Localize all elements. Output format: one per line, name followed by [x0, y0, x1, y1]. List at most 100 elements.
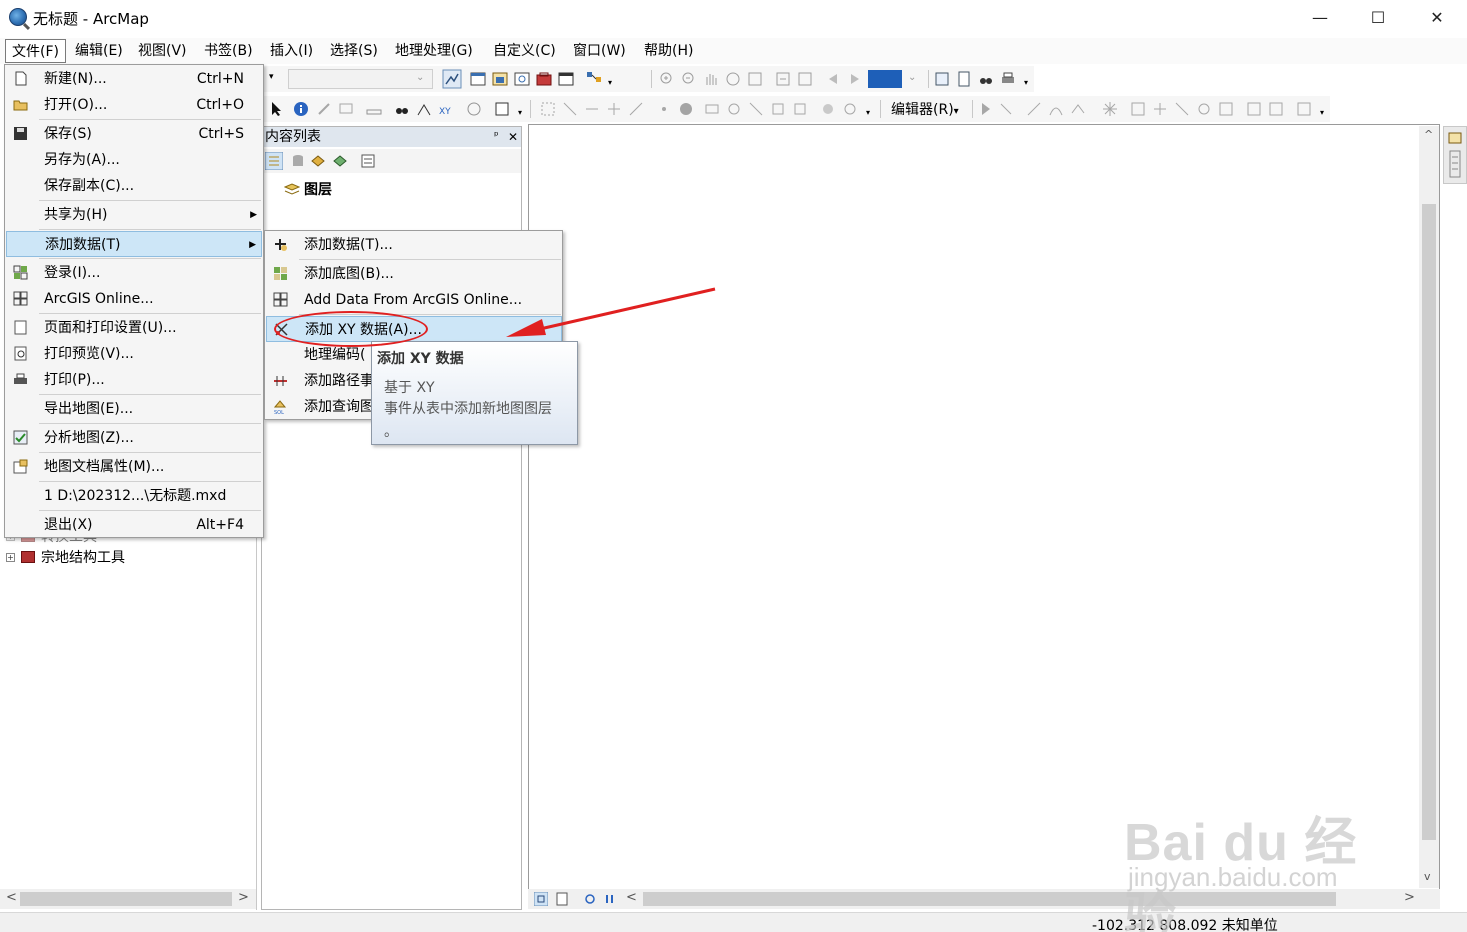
- arctoolbox-icon[interactable]: [536, 71, 552, 87]
- sketch-properties-icon[interactable]: [1268, 101, 1284, 117]
- cut-polygon-icon[interactable]: [1174, 101, 1190, 117]
- split-icon[interactable]: [1152, 101, 1168, 117]
- map-vertical-scrollbar[interactable]: ^ v: [1419, 126, 1439, 888]
- edit-annotation-icon[interactable]: [998, 101, 1014, 117]
- time-slider-icon[interactable]: [466, 101, 482, 117]
- layout-view-icon[interactable]: [555, 892, 569, 906]
- scroll-thumb[interactable]: [1422, 204, 1436, 840]
- list-by-drawing-order-icon[interactable]: [265, 152, 283, 170]
- scale-combobox[interactable]: [288, 69, 433, 89]
- menu-item-export-map[interactable]: 导出地图(E)...: [6, 396, 262, 422]
- zoom-scale-field[interactable]: [868, 70, 902, 88]
- scroll-up-icon[interactable]: ^: [1424, 128, 1433, 141]
- scroll-left-icon[interactable]: <: [626, 890, 637, 905]
- menu-file[interactable]: 文件(F): [5, 39, 66, 63]
- menu-help[interactable]: 帮助(H): [638, 39, 699, 63]
- go-forward-icon[interactable]: [847, 71, 863, 87]
- list-by-source-icon[interactable]: [290, 153, 306, 169]
- html-popup-icon[interactable]: [338, 101, 354, 117]
- create-features-icon[interactable]: [1296, 101, 1312, 117]
- tree-row-parcel-fabric-tools[interactable]: + 宗地结构工具: [6, 547, 125, 567]
- menu-item-page-setup[interactable]: 页面和打印设置(U)...: [6, 315, 262, 341]
- catalog-window-icon[interactable]: [492, 71, 508, 87]
- menu-item-save-copy[interactable]: 保存副本(C)...: [6, 173, 262, 199]
- scroll-right-icon[interactable]: >: [1404, 890, 1415, 905]
- find-binoculars-icon[interactable]: [394, 101, 410, 117]
- table-window-icon[interactable]: [470, 71, 486, 87]
- toolbar-overflow-icon[interactable]: ▾: [608, 78, 612, 87]
- distribute-icon[interactable]: [792, 101, 808, 117]
- submenu-item-add-data[interactable]: 添加数据(T)...: [266, 232, 562, 258]
- fixed-zoom-icon[interactable]: [747, 71, 763, 87]
- attributes-icon[interactable]: [1218, 101, 1234, 117]
- pan-hand-icon[interactable]: [703, 71, 719, 87]
- menu-windows[interactable]: 窗口(W): [567, 39, 632, 63]
- data-view-icon[interactable]: [534, 892, 548, 906]
- toolbar-overflow-icon[interactable]: ▾: [1320, 108, 1324, 117]
- menu-item-new[interactable]: 新建(N)... Ctrl+N: [6, 66, 262, 92]
- layout-view-icon[interactable]: [934, 71, 950, 87]
- submenu-item-add-basemap[interactable]: 添加底图(B)...: [266, 261, 562, 287]
- scroll-down-icon[interactable]: v: [1424, 870, 1431, 883]
- refresh-icon[interactable]: [583, 892, 597, 906]
- toolbar-overflow-icon[interactable]: ▾: [518, 108, 522, 117]
- spatial-adjust-icon[interactable]: [704, 101, 720, 117]
- snap-vertex-icon[interactable]: [562, 101, 578, 117]
- catalog-dock-icon[interactable]: [1448, 131, 1462, 145]
- full-extent-icon[interactable]: [725, 71, 741, 87]
- go-to-xy-icon[interactable]: XY: [438, 101, 454, 117]
- menu-item-arcgis-online[interactable]: ArcGIS Online...: [6, 286, 262, 312]
- menu-item-print[interactable]: 打印(P)...: [6, 367, 262, 393]
- rotate-icon[interactable]: [726, 101, 742, 117]
- menu-bookmarks[interactable]: 书签(B): [198, 39, 259, 63]
- snap-intersection-icon[interactable]: [628, 101, 644, 117]
- menu-item-save[interactable]: 保存(S) Ctrl+S: [6, 121, 262, 147]
- layers-node[interactable]: 图层: [284, 179, 332, 199]
- rotate-feature-icon[interactable]: [1196, 101, 1212, 117]
- snap-edge-icon[interactable]: [584, 101, 600, 117]
- menu-insert[interactable]: 插入(I): [264, 39, 319, 63]
- georef-icon[interactable]: [656, 101, 672, 117]
- edit-vertices-icon[interactable]: [1130, 101, 1146, 117]
- fixed-zoom-in-icon[interactable]: [775, 71, 791, 87]
- zoom-out-icon[interactable]: [681, 71, 697, 87]
- menu-item-print-preview[interactable]: 打印预览(V)...: [6, 341, 262, 367]
- snap-end-icon[interactable]: [606, 101, 622, 117]
- menu-item-share-as[interactable]: 共享为(H) ▶: [6, 202, 262, 228]
- map-horizontal-scrollbar[interactable]: < >: [528, 889, 1440, 909]
- fixed-zoom-out-icon[interactable]: [797, 71, 813, 87]
- menu-item-open[interactable]: 打开(O)... Ctrl+O: [6, 92, 262, 118]
- find-route-icon[interactable]: [416, 101, 432, 117]
- pin-icon[interactable]: ᵖ: [494, 126, 499, 146]
- pause-drawing-icon[interactable]: [603, 892, 617, 906]
- expand-plus-icon[interactable]: +: [6, 552, 15, 562]
- snap-tool-icon[interactable]: [540, 101, 556, 117]
- close-button[interactable]: ✕: [1408, 0, 1466, 34]
- editor-menu-button[interactable]: 编辑器(R)▾: [891, 99, 959, 119]
- menu-edit[interactable]: 编辑(E): [69, 39, 129, 63]
- editor-toolbar-icon[interactable]: [442, 69, 462, 89]
- modelbuilder-icon[interactable]: [586, 71, 602, 87]
- maximize-button[interactable]: ☐: [1349, 0, 1407, 34]
- binoculars-icon[interactable]: [978, 71, 994, 87]
- printer-icon[interactable]: [1000, 71, 1016, 87]
- align-icon[interactable]: [770, 101, 786, 117]
- menu-item-map-document-properties[interactable]: 地图文档属性(M)...: [6, 454, 262, 480]
- menu-item-add-data[interactable]: 添加数据(T) ▶: [6, 231, 262, 257]
- select-elements-pointer-icon[interactable]: [268, 101, 284, 117]
- menu-geoprocessing[interactable]: 地理处理(G): [389, 39, 479, 63]
- menu-selection[interactable]: 选择(S): [324, 39, 384, 63]
- menu-item-exit[interactable]: 退出(X) Alt+F4: [6, 512, 262, 538]
- catalog-horizontal-scrollbar[interactable]: < >: [0, 889, 256, 909]
- menu-item-recent-file[interactable]: 1 D:\202312...\无标题.mxd: [6, 483, 262, 509]
- go-back-icon[interactable]: [825, 71, 841, 87]
- menu-item-sign-in[interactable]: 登录(I)...: [6, 260, 262, 286]
- minimize-button[interactable]: —: [1291, 0, 1349, 34]
- identify-info-icon[interactable]: [293, 101, 309, 117]
- toc-close-icon[interactable]: ✕: [508, 127, 518, 147]
- hyperlink-icon[interactable]: [316, 101, 332, 117]
- toolbar-overflow-icon[interactable]: ▾: [866, 108, 870, 117]
- scroll-thumb[interactable]: [643, 892, 1336, 906]
- dropdown-arrow-icon[interactable]: ▾: [269, 72, 274, 82]
- options-icon[interactable]: [360, 153, 376, 169]
